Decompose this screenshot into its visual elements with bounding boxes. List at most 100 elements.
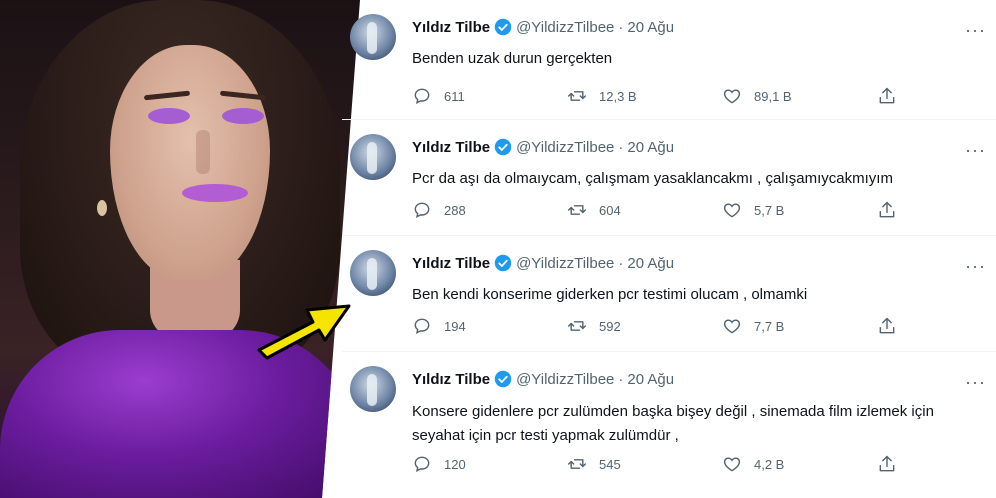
photo (0, 0, 360, 498)
avatar[interactable] (350, 134, 396, 180)
retweet-button[interactable]: 12,3 B (567, 86, 722, 106)
left-eye-makeup (148, 108, 190, 124)
verified-icon (494, 254, 512, 272)
share-icon (879, 87, 895, 104)
retweet-button[interactable]: 592 (567, 316, 722, 336)
retweet-count: 12,3 B (599, 88, 637, 104)
tweet-text: Pcr da aşı da olmaıycam, çalışmam yasakl… (412, 170, 893, 187)
like-button[interactable]: 7,7 B (722, 316, 877, 336)
share-button[interactable] (877, 316, 917, 336)
retweet-count: 592 (599, 318, 621, 334)
verified-icon (494, 18, 512, 36)
avatar-figure (367, 374, 377, 406)
retweet-button[interactable]: 604 (567, 200, 722, 220)
tweet-actions: 288 604 5,7 B (412, 200, 932, 220)
tweet-text: Benden uzak durun gerçekten (412, 50, 613, 67)
share-icon (879, 317, 895, 334)
like-button[interactable]: 89,1 B (722, 86, 877, 106)
yellow-arrow-icon (257, 304, 351, 360)
user-name[interactable]: Yıldız Tilbe (412, 139, 490, 156)
more-options-icon[interactable]: ··· (965, 256, 986, 277)
tweet-list: Yıldız Tilbe @YildizzTilbee · 20 Ağu ···… (342, 0, 996, 498)
heart-icon (723, 89, 741, 104)
lips (182, 184, 248, 202)
tweet-date[interactable]: 20 Ağu (627, 255, 674, 272)
right-eye-makeup (222, 108, 264, 124)
reply-icon (414, 202, 430, 218)
retweet-button[interactable]: 545 (567, 454, 722, 474)
reply-count: 120 (444, 456, 466, 472)
separator-dot: · (618, 18, 624, 36)
user-name[interactable]: Yıldız Tilbe (412, 255, 490, 272)
share-button[interactable] (877, 454, 917, 474)
separator-dot: · (618, 254, 624, 272)
reply-button[interactable]: 288 (412, 200, 567, 220)
tweet-date[interactable]: 20 Ağu (627, 19, 674, 36)
tweet[interactable]: Yıldız Tilbe @YildizzTilbee · 20 Ağu ···… (342, 0, 996, 120)
user-name[interactable]: Yıldız Tilbe (412, 371, 490, 388)
share-button[interactable] (877, 86, 917, 106)
tweet-text: Konsere gidenlere pcr zulümden başka biş… (412, 403, 934, 444)
tweet[interactable]: Yıldız Tilbe @YildizzTilbee · 20 Ağu ···… (342, 352, 996, 498)
retweet-icon (567, 91, 587, 101)
tweet-header: Yıldız Tilbe @YildizzTilbee · 20 Ağu (412, 138, 674, 156)
retweet-icon (567, 459, 587, 469)
retweet-count: 604 (599, 202, 621, 218)
face (110, 45, 270, 280)
tweet-actions: 611 12,3 B 89,1 B (412, 86, 932, 106)
nose (196, 130, 210, 174)
avatar[interactable] (350, 366, 396, 412)
separator-dot: · (618, 138, 624, 156)
like-button[interactable]: 5,7 B (722, 200, 877, 220)
avatar[interactable] (350, 250, 396, 296)
like-count: 4,2 B (754, 456, 785, 472)
tweet-header: Yıldız Tilbe @YildizzTilbee · 20 Ağu (412, 18, 674, 36)
retweet-count: 545 (599, 456, 621, 472)
reply-count: 611 (444, 88, 465, 104)
heart-icon (723, 319, 741, 334)
reply-icon (414, 456, 430, 472)
tweet-header: Yıldız Tilbe @YildizzTilbee · 20 Ağu (412, 370, 674, 388)
tweet[interactable]: Yıldız Tilbe @YildizzTilbee · 20 Ağu ···… (342, 236, 996, 352)
tweet-date[interactable]: 20 Ağu (627, 371, 674, 388)
user-handle[interactable]: @YildizzTilbee (516, 255, 614, 272)
tweet-header: Yıldız Tilbe @YildizzTilbee · 20 Ağu (412, 254, 674, 272)
tweet[interactable]: Yıldız Tilbe @YildizzTilbee · 20 Ağu ···… (342, 120, 996, 236)
user-handle[interactable]: @YildizzTilbee (516, 139, 614, 156)
reply-count: 288 (444, 202, 466, 218)
more-options-icon[interactable]: ··· (965, 140, 986, 161)
share-icon (879, 201, 895, 218)
reply-icon (414, 88, 430, 104)
share-icon (879, 455, 895, 472)
avatar-figure (367, 142, 377, 174)
user-handle[interactable]: @YildizzTilbee (516, 19, 614, 36)
earring (97, 200, 107, 216)
reply-count: 194 (444, 318, 466, 334)
verified-icon (494, 370, 512, 388)
share-button[interactable] (877, 200, 917, 220)
like-button[interactable]: 4,2 B (722, 454, 877, 474)
like-count: 5,7 B (754, 202, 785, 218)
avatar-figure (367, 258, 377, 290)
tweet-actions: 120 545 4,2 B (412, 454, 932, 474)
more-options-icon[interactable]: ··· (965, 20, 986, 41)
retweet-icon (567, 321, 587, 331)
reply-button[interactable]: 611 (412, 86, 567, 106)
tweet-text: Ben kendi konserime giderken pcr testimi… (412, 286, 808, 303)
heart-icon (723, 203, 741, 218)
like-count: 89,1 B (754, 88, 792, 104)
like-count: 7,7 B (754, 318, 785, 334)
heart-icon (723, 457, 741, 472)
avatar[interactable] (350, 14, 396, 60)
user-name[interactable]: Yıldız Tilbe (412, 19, 490, 36)
separator-dot: · (618, 370, 624, 388)
reply-button[interactable]: 120 (412, 454, 567, 474)
reply-button[interactable]: 194 (412, 316, 567, 336)
tweet-actions: 194 592 7,7 B (412, 316, 932, 336)
verified-icon (494, 138, 512, 156)
retweet-icon (567, 205, 587, 215)
tweet-date[interactable]: 20 Ağu (627, 139, 674, 156)
avatar-figure (367, 22, 377, 54)
more-options-icon[interactable]: ··· (965, 372, 986, 393)
user-handle[interactable]: @YildizzTilbee (516, 371, 614, 388)
